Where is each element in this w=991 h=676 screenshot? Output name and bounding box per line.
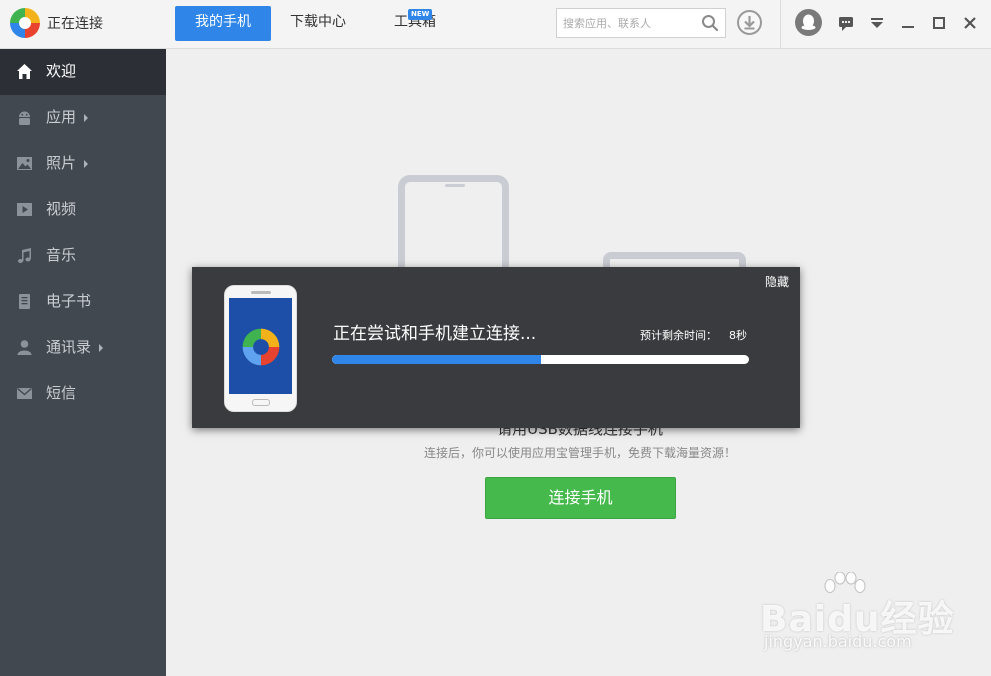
- menu-dropdown-icon[interactable]: [867, 13, 887, 33]
- toolbar-divider: [780, 0, 781, 49]
- envelope-icon: [17, 387, 32, 399]
- new-badge: NEW: [408, 9, 433, 20]
- connect-subtitle: 连接后，你可以使用应用宝管理手机，免费下载海量资源！: [423, 446, 736, 460]
- phone-image: [224, 285, 297, 412]
- qq-login-button[interactable]: [795, 9, 822, 36]
- connection-status: 正在尝试和手机建立连接...: [333, 324, 537, 344]
- android-icon: [19, 111, 30, 125]
- connecting-dialog: 隐藏 正在尝试和手机建立连接... 预计剩余时间： 8秒: [192, 267, 800, 428]
- search-box: [556, 8, 726, 38]
- close-icon[interactable]: [960, 13, 980, 33]
- sidebar-item-label: 照片: [46, 154, 77, 172]
- submenu-arrow-icon: [84, 159, 89, 168]
- music-note-icon: [17, 248, 31, 263]
- progress-bar: [332, 355, 749, 364]
- book-icon: [19, 294, 30, 309]
- tab-download-center[interactable]: 下载中心: [278, 6, 358, 41]
- app-title: 正在连接: [47, 16, 103, 32]
- sidebar-item-photos[interactable]: 照片: [0, 141, 166, 187]
- watermark-url: jingyan.baidu.com: [764, 632, 912, 651]
- tab-my-phone[interactable]: 我的手机: [175, 6, 271, 41]
- sidebar-item-welcome[interactable]: 欢迎: [0, 49, 166, 95]
- sidebar-item-sms[interactable]: 短信: [0, 371, 166, 417]
- download-arrow-icon: [744, 16, 755, 30]
- sidebar-item-label: 欢迎: [46, 62, 77, 80]
- message-icon[interactable]: [836, 13, 856, 33]
- contact-icon: [17, 340, 32, 355]
- search-input[interactable]: [557, 9, 687, 37]
- sidebar-item-label: 通讯录: [46, 338, 92, 356]
- sidebar-item-label: 电子书: [46, 292, 92, 310]
- sidebar-item-label: 音乐: [46, 246, 77, 264]
- baidu-watermark: Baidu经验 jingyan.baidu.com: [760, 572, 975, 662]
- minimize-icon[interactable]: [898, 13, 918, 33]
- app-logo-icon: [242, 328, 280, 366]
- hide-dialog-link[interactable]: 隐藏: [765, 273, 789, 290]
- eta-value: 8秒: [729, 329, 747, 342]
- sidebar-item-contacts[interactable]: 通讯录: [0, 325, 166, 371]
- phone-speaker: [445, 184, 465, 187]
- eta-label: 预计剩余时间：: [640, 329, 717, 342]
- title-bar: 正在连接 我的手机 下载中心 工具箱 NEW: [0, 0, 991, 49]
- phone-speaker: [251, 291, 271, 294]
- sidebar-item-ebook[interactable]: 电子书: [0, 279, 166, 325]
- sidebar-item-label: 视频: [46, 200, 77, 218]
- sidebar-item-apps[interactable]: 应用: [0, 95, 166, 141]
- sidebar: 欢迎 应用 照片 视频 音乐 电子书 通讯录 短信: [0, 49, 166, 676]
- sidebar-item-video[interactable]: 视频: [0, 187, 166, 233]
- progress-fill: [332, 355, 541, 364]
- sidebar-item-label: 应用: [46, 108, 77, 126]
- search-icon[interactable]: [701, 14, 719, 32]
- submenu-arrow-icon: [84, 113, 89, 122]
- sidebar-item-label: 短信: [46, 384, 77, 402]
- image-icon: [17, 157, 32, 170]
- maximize-icon[interactable]: [929, 13, 949, 33]
- play-icon: [17, 203, 32, 216]
- phone-home-button: [252, 399, 270, 406]
- submenu-arrow-icon: [99, 343, 104, 352]
- sidebar-item-music[interactable]: 音乐: [0, 233, 166, 279]
- app-logo-icon: [10, 8, 40, 38]
- download-button[interactable]: [737, 10, 762, 35]
- home-icon: [17, 64, 32, 79]
- qq-penguin-icon: [801, 14, 816, 30]
- connect-phone-button[interactable]: 连接手机: [485, 477, 676, 519]
